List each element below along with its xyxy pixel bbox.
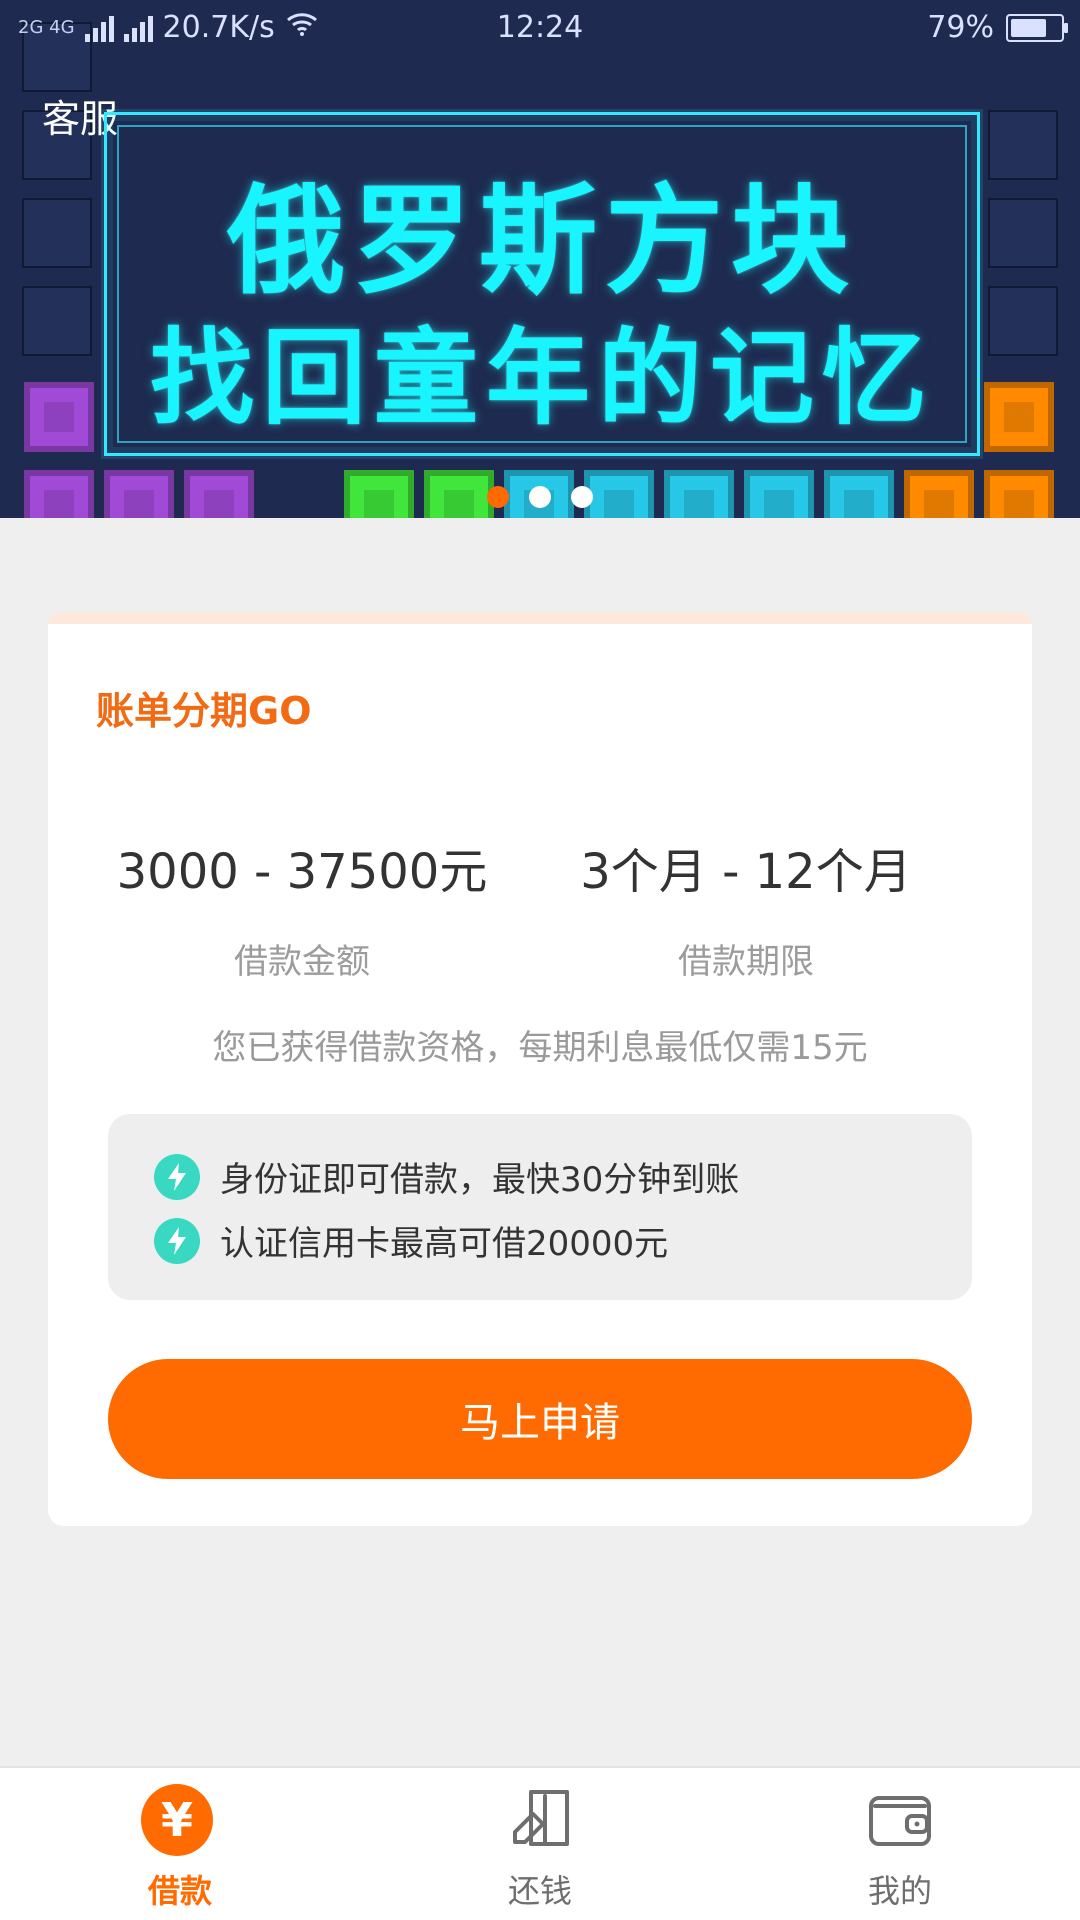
carousel-dot[interactable] (487, 486, 509, 508)
battery-icon (1006, 13, 1068, 42)
banner-title-line2: 找回童年的记忆 (149, 317, 934, 439)
nav-label: 还钱 (507, 1872, 572, 1910)
nav-item-loan[interactable]: ¥ 借款 (0, 1782, 360, 1918)
card-title: 账单分期GO (96, 689, 312, 733)
feature-item: 认证信用卡最高可借20000元 (154, 1216, 668, 1265)
carousel-dot[interactable] (529, 486, 551, 508)
grid-cell (988, 198, 1058, 268)
banner-title-frame: 俄罗斯方块 找回童年的记忆 (104, 112, 980, 456)
loan-term-label: 借款期限 (678, 942, 814, 982)
grid-cell (988, 110, 1058, 180)
battery-fill (1011, 18, 1046, 37)
yuan-icon: ¥ (141, 1782, 219, 1860)
loan-amount-label: 借款金额 (234, 942, 370, 982)
purple-block (24, 382, 94, 452)
orange-block (984, 382, 1054, 452)
loan-amount-value: 3000 - 37500元 (116, 844, 488, 900)
nav-label: 我的 (867, 1872, 932, 1910)
feature-box: 身份证即可借款，最快30分钟到账 认证信用卡最高可借20000元 (108, 1114, 972, 1300)
grid-cell (988, 286, 1058, 356)
repay-icon (501, 1782, 579, 1860)
banner[interactable]: 2G 4G 20.7K/s 12:24 79% 客服 俄罗斯方块 找回童年的记忆 (0, 0, 1080, 518)
apply-now-button[interactable]: 马上申请 (108, 1359, 972, 1479)
wallet-icon (861, 1782, 939, 1860)
bolt-icon (154, 1153, 200, 1200)
loan-term-value: 3个月 - 12个月 (580, 844, 912, 900)
nav-item-mine[interactable]: 我的 (720, 1782, 1080, 1918)
bolt-icon (154, 1217, 200, 1264)
carousel-indicator[interactable] (0, 486, 1080, 508)
loan-card: 账单分期GO 3000 - 37500元 借款金额 3个月 - 12个月 借款期… (48, 624, 1032, 1526)
eligibility-note: 您已获得借款资格，每期利息最低仅需15元 (212, 1028, 868, 1068)
card-top-accent (48, 612, 1032, 624)
loan-amount: 3000 - 37500元 借款金额 (92, 832, 512, 983)
nav-item-repay[interactable]: 还钱 (360, 1782, 720, 1918)
status-bar: 2G 4G 20.7K/s 12:24 79% (0, 0, 1080, 56)
carousel-dot[interactable] (571, 486, 593, 508)
feature-text: 身份证即可借款，最快30分钟到账 (220, 1160, 740, 1200)
banner-title-line1: 俄罗斯方块 (226, 172, 857, 310)
feature-text: 认证信用卡最高可借20000元 (220, 1224, 669, 1264)
grid-cell (22, 198, 92, 268)
status-time: 12:24 (496, 10, 584, 45)
battery-percent: 79% (927, 10, 994, 45)
loan-term: 3个月 - 12个月 借款期限 (536, 832, 956, 983)
yuan-icon-circle: ¥ (141, 1784, 213, 1856)
nav-label: 借款 (147, 1872, 212, 1910)
feature-item: 身份证即可借款，最快30分钟到账 (154, 1152, 739, 1201)
grid-cell (22, 286, 92, 356)
status-right: 79% (927, 10, 1068, 45)
bottom-navigation: ¥ 借款 还钱 我的 (0, 1766, 1080, 1920)
